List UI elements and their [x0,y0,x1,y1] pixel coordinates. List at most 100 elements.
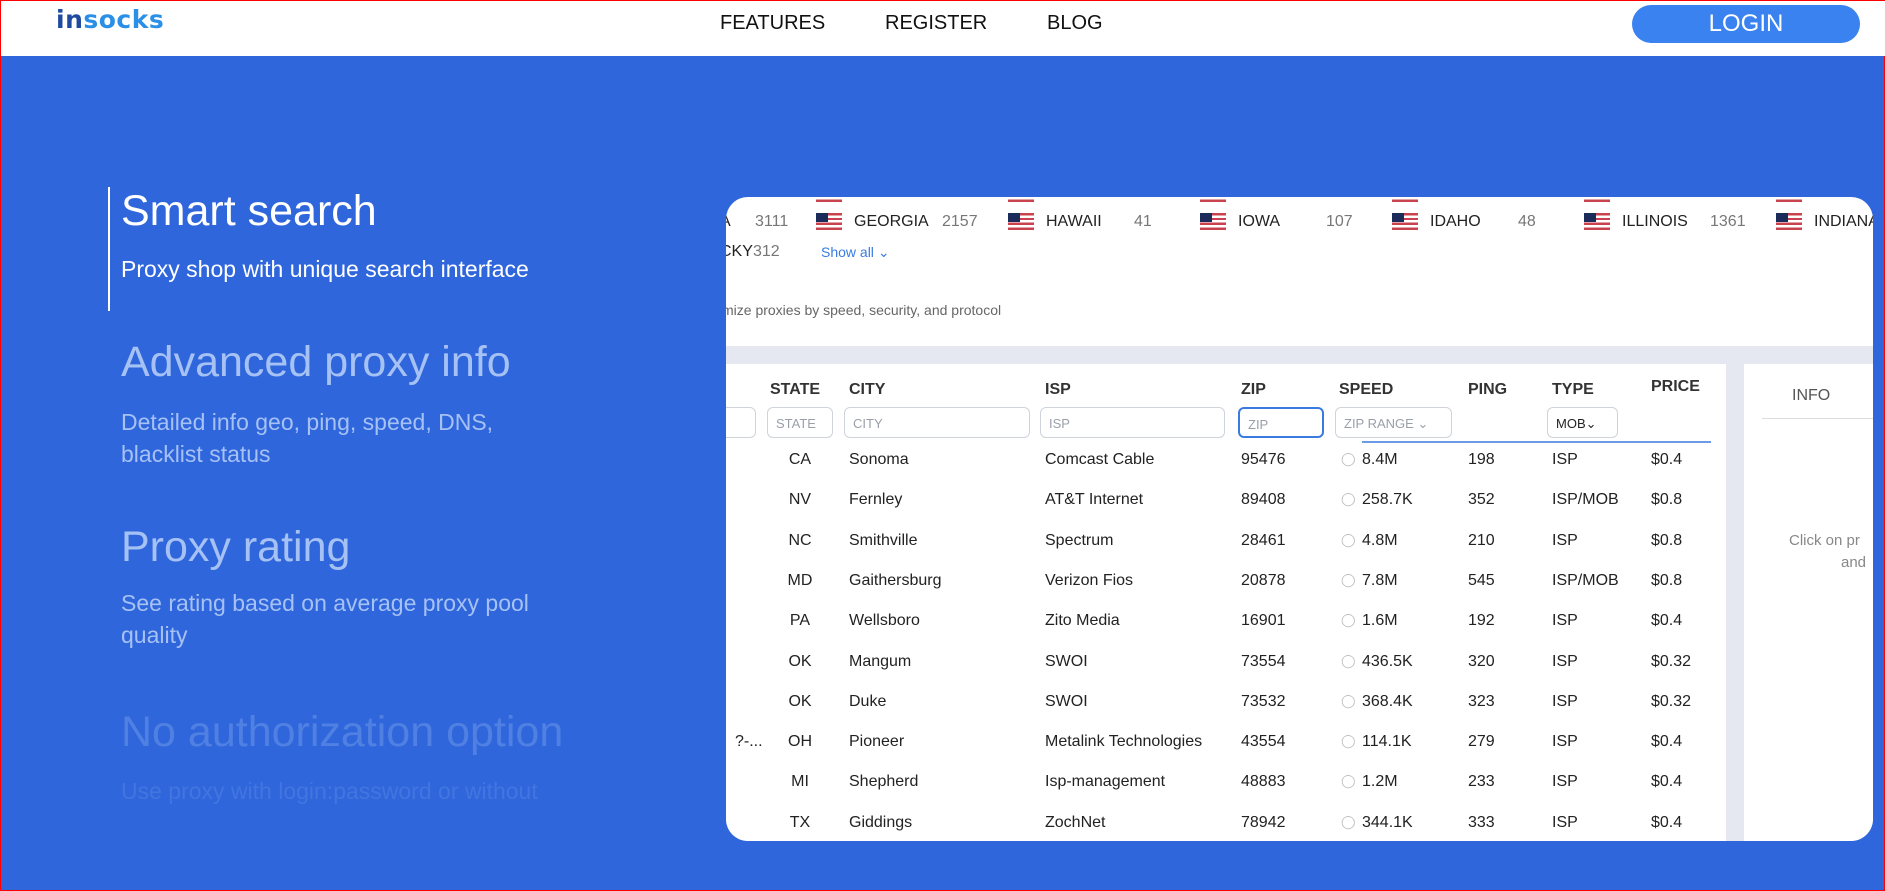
cell-ping: 279 [1468,733,1495,751]
cell-zip: 73554 [1241,652,1286,670]
feature-title-advanced-info[interactable]: Advanced proxy info [121,338,511,387]
zip-range-select[interactable]: ZIP RANGE ⌄ [1335,407,1452,438]
cell-ping: 192 [1468,612,1495,630]
user-icon: ◯ [1341,733,1356,749]
nav-features[interactable]: FEATURES [720,12,825,35]
cell-state: PA [789,612,811,630]
user-icon: ◯ [1341,491,1356,507]
cell-city: Mangum [849,652,912,670]
logo-text-socks: socks [83,5,165,34]
feature-title-no-auth[interactable]: No authorization option [121,708,563,757]
cell-city: Smithville [849,531,918,549]
cell-isp: Comcast Cable [1045,451,1155,468]
isp-filter[interactable]: ISP [1040,407,1225,438]
col-speed[interactable]: SPEED [1339,381,1393,399]
cell-type: ISP [1552,531,1578,549]
type-select[interactable]: MOB⌄ [1547,407,1618,438]
cell-type: ISP [1552,733,1578,751]
feature-title-smart-search[interactable]: Smart search [121,187,377,236]
col-zip[interactable]: ZIP [1241,381,1266,399]
info-title[interactable]: INFO [1792,387,1830,405]
cell-ping: 210 [1468,531,1495,549]
feature-title-proxy-rating[interactable]: Proxy rating [121,523,350,572]
us-flag-icon [1392,213,1418,230]
cell-state: OK [788,652,812,670]
col-price[interactable]: PRICE [1651,378,1700,396]
state-item[interactable]: IDAHO [1430,213,1481,231]
info-hint: Click on pr [1789,532,1860,549]
col-type[interactable]: TYPE [1552,381,1594,399]
cell-state: MI [791,773,809,791]
cell-price: $0.4 [1651,451,1683,468]
state-item[interactable]: GEORGIA [854,213,929,231]
us-flag-icon [1008,197,1034,202]
state-count: 107 [1326,213,1353,230]
cell-zip: 43554 [1241,733,1286,751]
feature-desc: Use proxy with login:password or without [121,778,538,804]
cell-zip: 73532 [1241,692,1286,710]
feature-desc: Proxy shop with unique search interface [121,256,529,282]
cell-state: OK [788,692,812,710]
cell-isp: Verizon Fios [1045,571,1134,589]
col-isp[interactable]: ISP [1045,381,1071,399]
state-item[interactable]: HAWAII [1046,213,1102,231]
product-preview: A 3111 GEORGIA 2157 HAWAII 41 IOWA 107 I… [726,197,1873,841]
cell-state: NV [788,491,812,509]
cell-price: $0.32 [1651,652,1692,670]
cell-state: TX [789,813,811,831]
speed-range-line [1362,441,1711,443]
feature-desc: Detailed info geo, ping, speed, DNS, bla… [121,409,494,467]
state-count: 41 [1134,213,1152,230]
cell-ping: 198 [1468,451,1495,468]
zip-filter[interactable]: ZIP [1238,407,1324,438]
login-button[interactable]: LOGIN [1632,5,1860,43]
state-filter[interactable]: STATE [767,407,833,438]
cell-city: Fernley [849,491,903,509]
col-ping[interactable]: PING [1468,381,1507,399]
cell-price: $0.4 [1651,612,1683,630]
user-icon: ◯ [1341,612,1356,628]
user-icon: ◯ [1341,571,1356,587]
description-text: mize proxies by speed, security, and pro… [726,302,1002,318]
insocks-logo[interactable]: insocks [56,5,164,34]
cell-prefix: ?-... [735,733,763,751]
nav-blog[interactable]: BLOG [1047,12,1103,35]
state-name: CKY [726,243,753,260]
cell-zip: 95476 [1241,451,1286,468]
nav-register[interactable]: REGISTER [885,12,987,35]
user-icon: ◯ [1341,451,1356,466]
col-city[interactable]: CITY [849,381,885,399]
top-nav: insocks FEATURES REGISTER BLOG LOGIN [1,1,1885,56]
divider-band [726,346,1873,364]
active-feature-indicator [108,187,110,311]
filter-input[interactable] [726,407,756,438]
col-state[interactable]: STATE [770,381,820,399]
cell-price: $0.4 [1651,813,1683,831]
cell-price: $0.8 [1651,491,1683,509]
cell-speed: 368.4K [1362,692,1413,710]
cell-state: OH [788,733,812,751]
info-hint: and [1841,554,1867,571]
cell-speed: 1.2M [1362,773,1398,791]
state-item[interactable]: INDIANA [1814,213,1873,231]
cell-price: $0.8 [1651,571,1683,589]
state-item[interactable]: ILLINOIS [1622,213,1688,231]
type-label: MOB [1556,416,1586,431]
show-all-link[interactable]: Show all ⌄ [821,244,890,261]
cell-ping: 320 [1468,652,1495,670]
state-count: 48 [1518,213,1536,230]
cell-city: Gaithersburg [849,571,942,589]
state-count: 312 [753,243,780,260]
cell-price: $0.4 [1651,773,1683,791]
cell-state: MD [787,571,813,589]
cell-price: $0.4 [1651,733,1683,751]
cell-speed: 4.8M [1362,531,1398,549]
cell-isp: SWOI [1045,652,1088,670]
state-name: A [726,213,731,231]
city-filter[interactable]: CITY [844,407,1030,438]
cell-ping: 545 [1468,571,1495,589]
cell-zip: 78942 [1241,813,1286,831]
state-item[interactable]: IOWA [1238,213,1280,231]
cell-type: ISP/MOB [1552,571,1619,589]
divider-band [1726,346,1744,841]
